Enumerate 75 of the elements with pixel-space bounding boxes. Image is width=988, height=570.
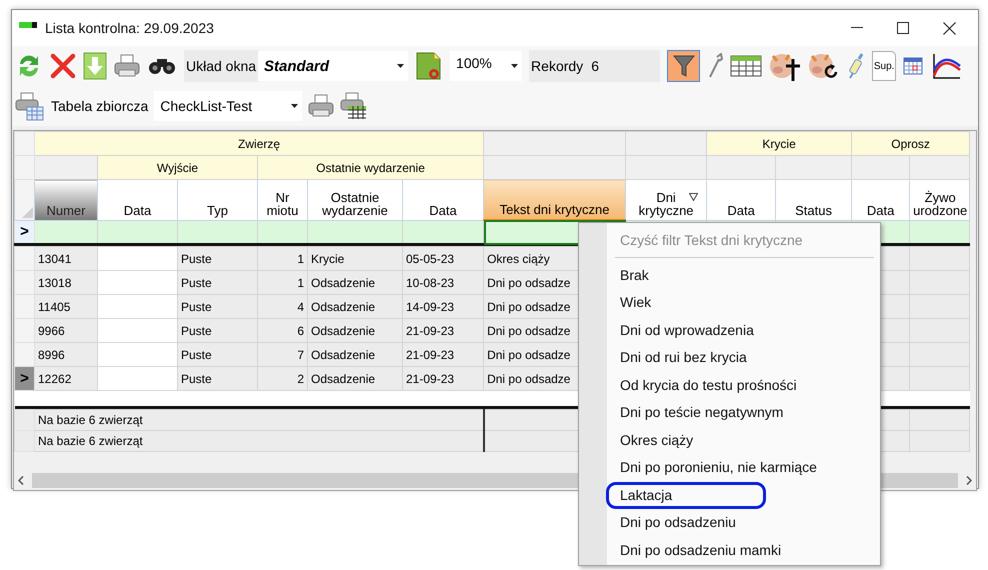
menu-item[interactable]: Wiek <box>606 289 664 316</box>
layout-label: Układ okna <box>186 58 256 74</box>
layout-dropdown[interactable]: Standard <box>258 51 408 81</box>
column-header[interactable]: Status <box>776 180 852 220</box>
table-cell: 21-09-23 <box>406 372 454 386</box>
column-header[interactable]: Żywo urodzone <box>910 180 970 220</box>
menu-item[interactable]: Okres ciąży <box>606 426 706 454</box>
table-cell: 21-09-23 <box>406 348 454 362</box>
summary-text: Na bazie 6 zwierząt <box>38 413 143 427</box>
table-cell: Odsadzenie <box>311 372 376 386</box>
table-cell: 9966 <box>38 324 65 338</box>
table-cell: Puste <box>181 348 212 362</box>
table-cell: 8996 <box>38 348 65 362</box>
sup-document-icon[interactable]: Sup. <box>872 51 896 81</box>
table-cell: 7 <box>297 348 304 362</box>
table-cell: 1 <box>297 252 304 266</box>
column-header[interactable]: Data <box>706 180 776 220</box>
table-cell: Odsadzenie <box>311 324 376 338</box>
column-header[interactable]: Tekst dni krytyczne <box>484 180 626 220</box>
group-header: Zwierzę <box>34 132 484 156</box>
table-cell: Dni po odsadze <box>487 372 570 386</box>
column-header[interactable]: Dni krytyczne <box>626 180 707 220</box>
table-cell: Puste <box>181 252 212 266</box>
zoom-dropdown[interactable]: 100% <box>450 51 522 81</box>
summary-text: Na bazie 6 zwierząt <box>38 434 143 448</box>
menu-item[interactable]: Dni od wprowadzenia <box>606 316 767 344</box>
table-cell: 11405 <box>38 300 70 314</box>
summary-table-dropdown[interactable]: CheckList-Test <box>154 91 302 121</box>
table-cell: Puste <box>181 276 212 290</box>
window-title: Lista kontrolna: 29.09.2023 <box>45 20 214 36</box>
table-cell: Odsadzenie <box>311 300 376 314</box>
table-cell: 1 <box>297 276 304 290</box>
table-cell: Puste <box>181 372 212 386</box>
table-cell: Okres ciąży <box>487 252 550 266</box>
column-header[interactable]: Typ <box>178 180 258 220</box>
table-cell: Dni po odsadze <box>487 324 570 338</box>
group-header: Oprosz <box>852 132 970 156</box>
menu-item[interactable]: Dni po teście negatywnym <box>606 399 796 426</box>
menu-item[interactable]: Dni od rui bez krycia <box>606 344 760 372</box>
column-header[interactable]: Data <box>852 180 910 220</box>
table-cell: Odsadzenie <box>311 276 376 290</box>
table-cell: 13041 <box>38 252 72 266</box>
table-cell: Puste <box>181 324 212 338</box>
row-header[interactable]: > <box>14 366 34 390</box>
table-cell: 6 <box>297 324 304 338</box>
menu-item[interactable]: Dni po poronieniu, nie karmiące <box>606 454 830 482</box>
group-header: Krycie <box>706 132 852 156</box>
column-header[interactable]: Numer <box>34 180 98 220</box>
column-header[interactable]: Ostatnie wydarzenie <box>308 180 402 220</box>
menu-item[interactable]: Od krycia do testu prośności <box>606 372 810 399</box>
table-cell: Puste <box>181 300 212 314</box>
table-cell: Dni po odsadze <box>487 348 570 362</box>
menu-item[interactable]: Dni po odsadzeniu <box>606 509 749 536</box>
menu-item[interactable]: Laktacja <box>606 482 766 509</box>
table-cell: Krycie <box>311 252 344 266</box>
table-cell: Dni po odsadze <box>487 276 570 290</box>
table-cell: 14-09-23 <box>406 300 454 314</box>
menu-item[interactable]: Brak <box>606 262 662 289</box>
table-cell: Dni po odsadze <box>487 300 570 314</box>
table-cell: 10-08-23 <box>406 276 454 290</box>
column-header[interactable]: Data <box>402 180 484 220</box>
table-cell: 4 <box>297 300 304 314</box>
column-header[interactable]: Data <box>98 180 178 220</box>
table-cell: 21-09-23 <box>406 324 454 338</box>
table-cell: 13018 <box>38 276 72 290</box>
table-cell: Odsadzenie <box>311 348 376 362</box>
menu-item[interactable]: Dni po odsadzeniu mamki <box>606 536 794 564</box>
table-cell: 2 <box>297 372 304 386</box>
group-header: Wyjście <box>98 156 258 180</box>
table-cell: 12262 <box>38 372 72 386</box>
summary-table-label: Tabela zbiorcza <box>51 98 148 114</box>
table-cell: 05-05-23 <box>406 252 454 266</box>
column-header[interactable]: Nr miotu <box>258 180 308 220</box>
group-header: Ostatnie wydarzenie <box>258 156 484 180</box>
records-label: Rekordy <box>531 58 584 74</box>
